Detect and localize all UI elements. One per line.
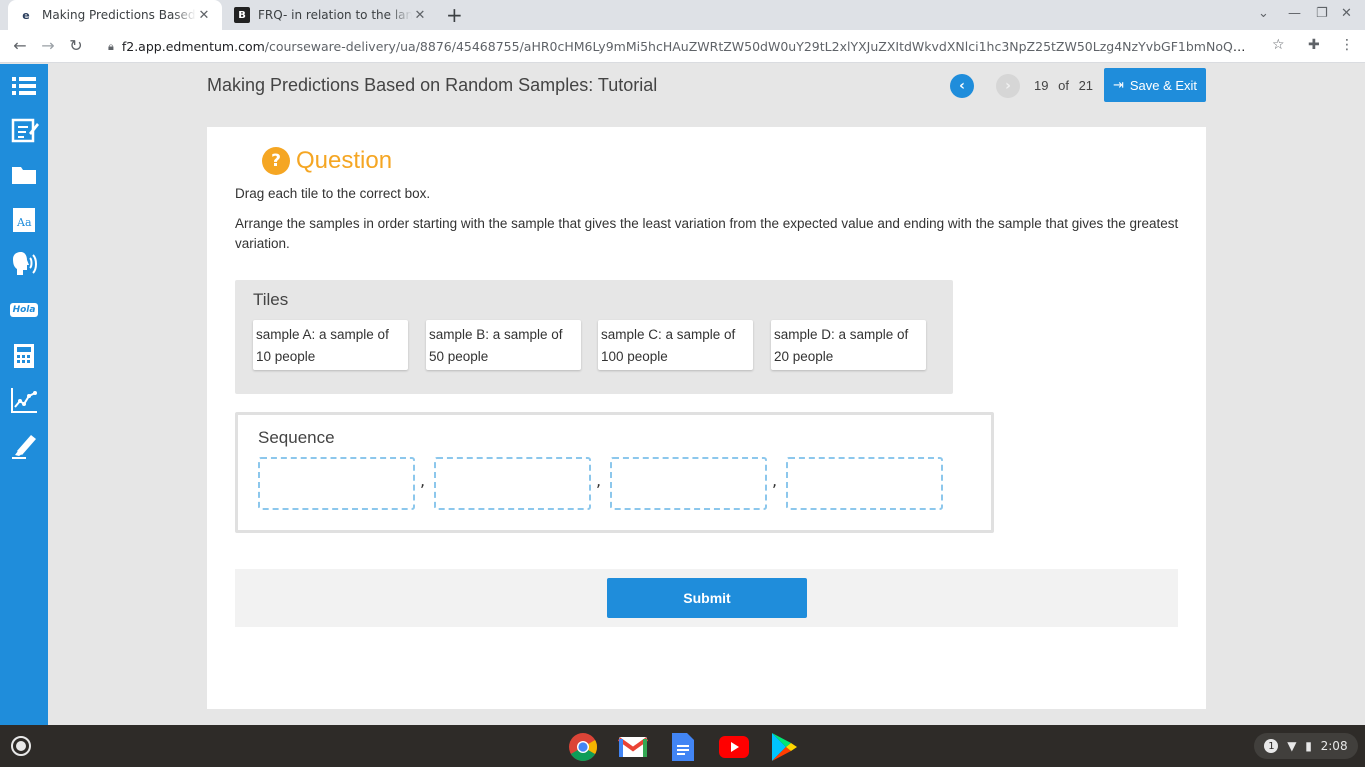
menu-list-icon[interactable]	[0, 64, 48, 108]
os-shelf: 1 ▼ ▮ 2:08	[0, 725, 1365, 767]
sequence-label: Sequence	[258, 428, 335, 447]
url-path: /courseware-delivery/ua/8876/45468755/aH…	[264, 39, 1252, 54]
total-pages: 21	[1078, 78, 1094, 93]
b-favicon-icon: B	[234, 7, 250, 23]
submit-button[interactable]: Submit	[607, 578, 807, 618]
dictionary-icon[interactable]: Aa	[0, 198, 48, 242]
folder-icon[interactable]	[0, 152, 48, 196]
chevron-left-icon: ‹	[959, 78, 965, 94]
tools-sidebar: Aa Hola	[0, 64, 48, 725]
submit-bar: Submit	[235, 569, 1178, 627]
sequence-separator: ,	[596, 471, 602, 490]
exit-door-icon: ⇥	[1112, 77, 1124, 92]
tile-sample-b[interactable]: sample B: a sample of 50 people	[426, 320, 581, 370]
browser-menu-icon[interactable]: ⋮	[1340, 37, 1354, 53]
url-host: f2.app.edmentum.com	[121, 39, 265, 54]
forward-arrow-icon[interactable]: →	[38, 36, 58, 55]
wifi-icon: ▼	[1287, 739, 1297, 753]
svg-text:Aa: Aa	[16, 216, 32, 229]
graph-icon[interactable]	[0, 378, 48, 422]
window-close-icon[interactable]: ✕	[1341, 6, 1352, 21]
clock-time: 2:08	[1320, 739, 1348, 753]
instruction-text: Drag each tile to the correct box.	[235, 186, 431, 201]
play-store-icon[interactable]	[768, 731, 800, 763]
tab-title: FRQ- in relation to the land size of	[258, 8, 412, 22]
reload-icon[interactable]: ↻	[66, 36, 86, 55]
chrome-icon[interactable]	[567, 731, 599, 763]
new-tab-plus-icon[interactable]: +	[446, 4, 463, 26]
chevron-right-icon: ›	[1005, 78, 1011, 94]
sequence-container: Sequence , , ,	[235, 412, 994, 533]
question-prompt: Arrange the samples in order starting wi…	[235, 216, 1179, 251]
page-counter: 19 of 21	[1034, 78, 1099, 93]
tiles-container: Tiles sample A: a sample of 10 people sa…	[235, 280, 953, 394]
tab-title: Making Predictions Based on Random Sampl…	[42, 8, 196, 22]
sequence-separator: ,	[772, 471, 778, 490]
browser-tab-strip: e Making Predictions Based on Random Sam…	[0, 0, 1365, 30]
question-mark-icon: ?	[262, 147, 290, 175]
docs-icon[interactable]	[667, 731, 699, 763]
tab-close-icon[interactable]: ✕	[196, 8, 212, 23]
back-arrow-icon[interactable]: ←	[10, 36, 30, 55]
sequence-drop-slot-3[interactable]	[610, 457, 767, 510]
url-text: f2.app.edmentum.com/courseware-delivery/…	[122, 39, 1252, 54]
text-to-speech-icon[interactable]	[0, 242, 48, 286]
browser-tab-inactive[interactable]: B FRQ- in relation to the land size of ✕	[224, 0, 438, 30]
extensions-puzzle-icon[interactable]: ✚	[1308, 37, 1320, 53]
sequence-separator: ,	[420, 471, 426, 490]
tile-sample-a[interactable]: sample A: a sample of 10 people	[253, 320, 408, 370]
question-title: Question	[296, 147, 393, 174]
sequence-drop-slot-4[interactable]	[786, 457, 943, 510]
sequence-drop-slot-1[interactable]	[258, 457, 415, 510]
highlighter-icon[interactable]	[0, 424, 48, 468]
tiles-label: Tiles	[253, 290, 289, 309]
save-exit-button[interactable]: ⇥ Save & Exit	[1104, 68, 1206, 102]
tile-sample-d[interactable]: sample D: a sample of 20 people	[771, 320, 926, 370]
previous-page-button[interactable]: ‹	[950, 74, 974, 98]
battery-icon: ▮	[1305, 739, 1312, 753]
lesson-header: Making Predictions Based on Random Sampl…	[48, 64, 1365, 108]
save-exit-label: Save & Exit	[1129, 77, 1198, 93]
lock-icon: 🔒︎	[108, 39, 114, 53]
translate-hola-icon[interactable]: Hola	[0, 288, 48, 332]
calculator-icon[interactable]	[0, 334, 48, 378]
browser-toolbar: ← → ↻ 🔒︎ f2.app.edmentum.com/courseware-…	[0, 30, 1365, 63]
next-page-button[interactable]: ›	[996, 74, 1020, 98]
sequence-drop-slot-2[interactable]	[434, 457, 591, 510]
tab-close-icon[interactable]: ✕	[412, 8, 428, 23]
gmail-icon[interactable]	[617, 731, 649, 763]
browser-tab-active[interactable]: e Making Predictions Based on Random Sam…	[8, 0, 222, 30]
question-card: ? Question Drag each tile to the correct…	[207, 127, 1206, 709]
tile-sample-c[interactable]: sample C: a sample of 100 people	[598, 320, 753, 370]
lesson-title: Making Predictions Based on Random Sampl…	[207, 75, 658, 95]
notepad-icon[interactable]	[0, 108, 48, 152]
youtube-icon[interactable]	[718, 731, 750, 763]
current-page: 19	[1034, 78, 1049, 93]
profile-dropdown-icon[interactable]: ⌄	[1258, 6, 1269, 21]
address-bar[interactable]: 🔒︎ f2.app.edmentum.com/courseware-delive…	[100, 33, 1296, 60]
launcher-icon[interactable]	[11, 736, 31, 756]
of-label: of	[1058, 78, 1069, 93]
notification-count: 1	[1264, 739, 1279, 753]
edmentum-favicon-icon: e	[22, 8, 30, 22]
status-tray[interactable]: 1 ▼ ▮ 2:08	[1254, 733, 1358, 759]
question-heading: ? Question	[262, 147, 392, 175]
minimize-icon[interactable]: —	[1288, 6, 1301, 21]
hola-label: Hola	[9, 303, 39, 317]
restore-icon[interactable]: ❐	[1316, 6, 1328, 21]
bookmark-star-icon[interactable]: ☆	[1272, 37, 1285, 53]
